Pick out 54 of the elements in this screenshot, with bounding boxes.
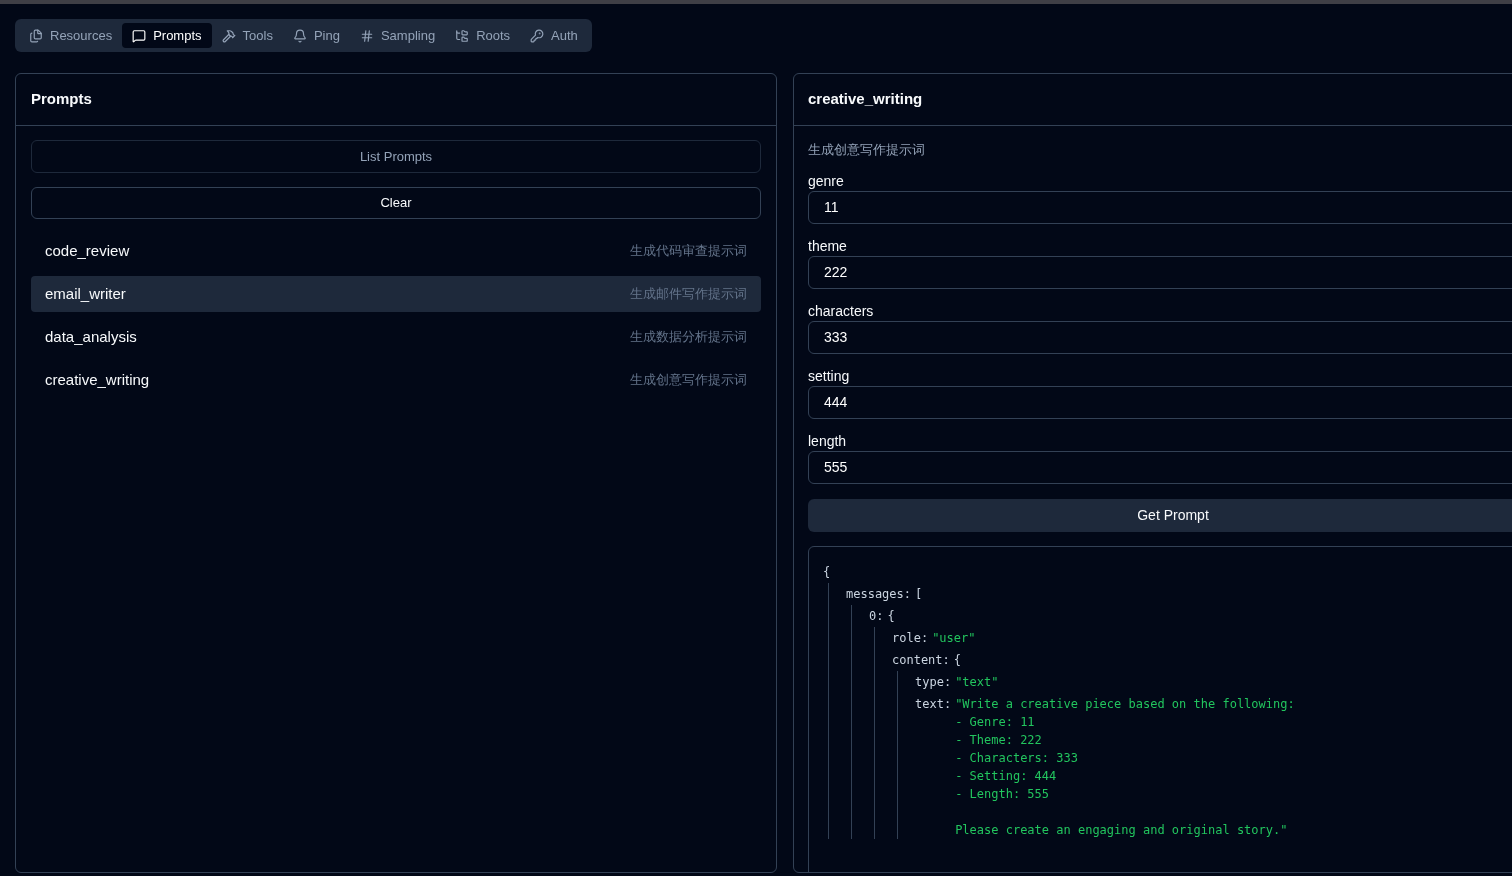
hash-icon bbox=[359, 28, 374, 43]
folder-tree-icon bbox=[455, 28, 470, 43]
json-bracket: { bbox=[953, 651, 962, 669]
json-bracket: { bbox=[823, 563, 831, 581]
panel-title: creative_writing bbox=[808, 89, 923, 110]
files-icon bbox=[29, 28, 43, 43]
prompt-description: 生成数据分析提示词 bbox=[630, 328, 747, 347]
prompt-name: email_writer bbox=[45, 283, 126, 304]
prompt-name: code_review bbox=[45, 240, 130, 261]
json-bracket: [ bbox=[915, 585, 923, 603]
prompt-list-item[interactable]: email_writer 生成邮件写作提示词 bbox=[31, 276, 761, 312]
argument-label: theme bbox=[808, 236, 848, 255]
prompt-name: data_analysis bbox=[45, 326, 137, 347]
argument-input[interactable]: 333 bbox=[808, 320, 1512, 354]
prompt-description: 生成代码审查提示词 bbox=[630, 242, 747, 261]
json-key: messages: bbox=[846, 582, 912, 605]
json-key: role: bbox=[892, 626, 929, 649]
argument-input[interactable]: 444 bbox=[808, 385, 1512, 419]
argument-label: length bbox=[808, 431, 848, 450]
json-key: 0: bbox=[869, 604, 884, 627]
json-string: "Write a creative piece based on the following: - Genre: 11 - Theme: 222 - Characters: 333 - Setting: 444 - Length: 555 Please create an engaging and original story." bbox=[955, 695, 1295, 839]
json-key: type: bbox=[915, 670, 952, 693]
get-prompt-button[interactable]: Get Prompt bbox=[808, 498, 1512, 532]
prompt-list-item[interactable]: code_review 生成代码审查提示词 bbox=[31, 233, 761, 269]
argument-input[interactable]: 222 bbox=[808, 255, 1512, 289]
json-bracket: { bbox=[887, 607, 895, 625]
json-string: "text" bbox=[955, 673, 999, 691]
key-icon bbox=[530, 28, 545, 43]
tab[interactable]: Ping bbox=[282, 23, 350, 48]
tab[interactable]: Tools bbox=[211, 23, 283, 48]
tab[interactable]: Roots bbox=[445, 23, 521, 48]
prompt-list-item[interactable]: data_analysis 生成数据分析提示词 bbox=[31, 319, 761, 355]
prompt-name: creative_writing bbox=[45, 369, 150, 390]
chat-bubble-icon bbox=[132, 28, 147, 43]
tab[interactable]: Resources bbox=[19, 23, 123, 48]
argument-label: genre bbox=[808, 171, 845, 190]
argument-input[interactable]: 555 bbox=[808, 450, 1512, 484]
hammer-icon bbox=[221, 28, 236, 43]
panel-title: Prompts bbox=[31, 89, 92, 110]
json-string: "user" bbox=[932, 629, 976, 647]
tab[interactable]: Sampling bbox=[349, 23, 446, 48]
tab[interactable]: Prompts bbox=[122, 23, 212, 48]
argument-input[interactable]: 11 bbox=[808, 190, 1512, 224]
argument-label: setting bbox=[808, 366, 851, 385]
json-key: content: bbox=[892, 648, 950, 671]
prompt-description: 生成邮件写作提示词 bbox=[630, 285, 747, 304]
prompt-description: 生成创意写作提示词 bbox=[808, 141, 926, 159]
prompt-list-item[interactable]: creative_writing 生成创意写作提示词 bbox=[31, 362, 761, 398]
prompt-description: 生成创意写作提示词 bbox=[630, 371, 747, 390]
clear-button[interactable]: Clear bbox=[31, 187, 761, 219]
argument-label: characters bbox=[808, 301, 875, 320]
json-key: text: bbox=[915, 692, 952, 715]
tab[interactable]: Auth bbox=[520, 23, 588, 48]
bell-icon bbox=[292, 28, 307, 43]
